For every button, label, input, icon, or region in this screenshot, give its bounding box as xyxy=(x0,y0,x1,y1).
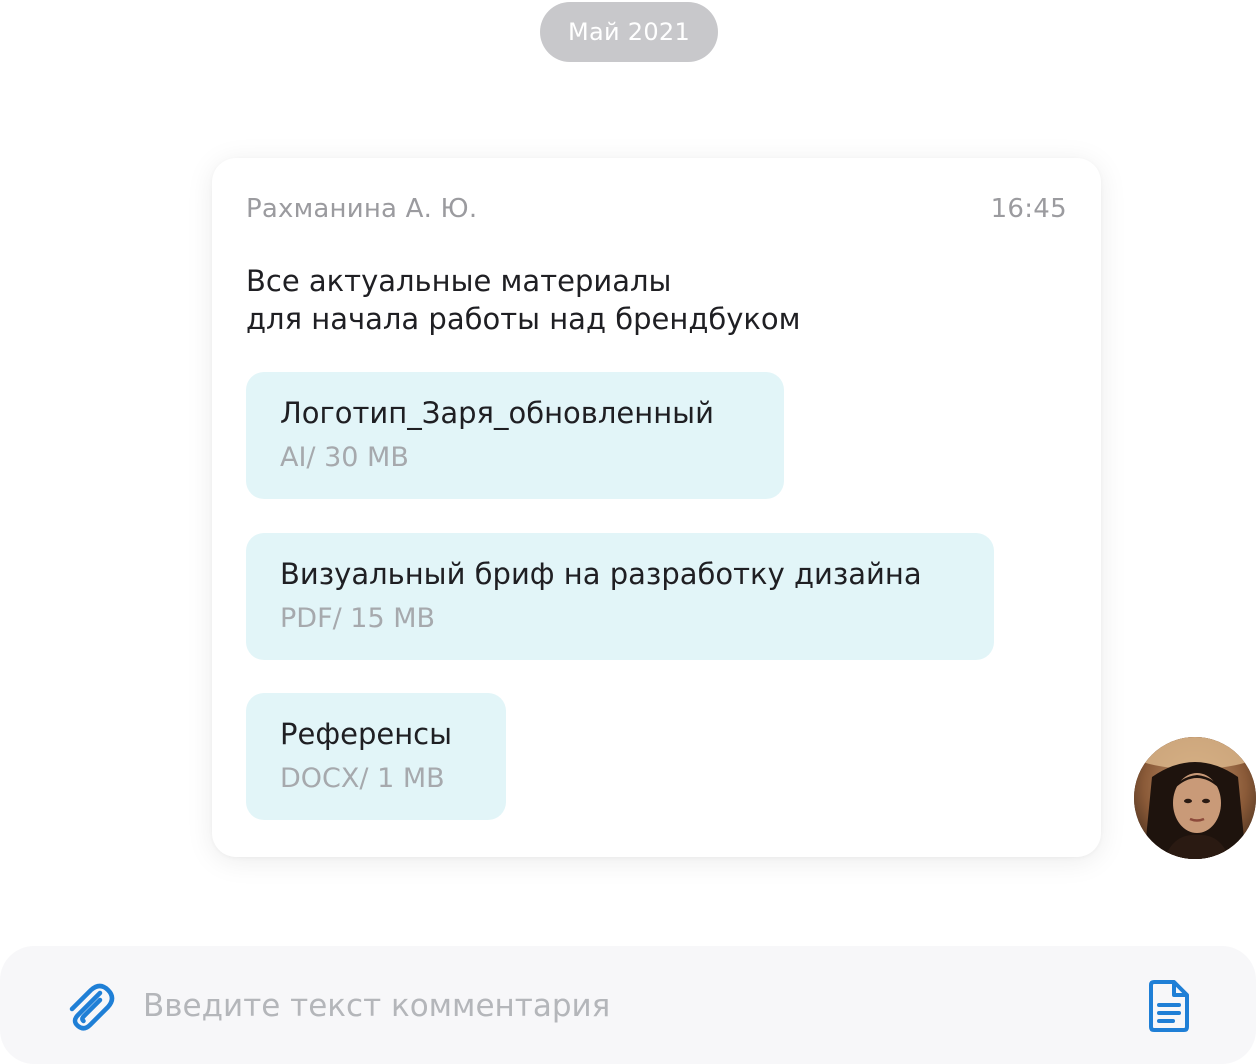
attachment-name: Визуальный бриф на разработку дизайна xyxy=(280,557,922,591)
message-card: Рахманина А. Ю. 16:45 Все актуальные мат… xyxy=(212,158,1101,857)
message-sender: Рахманина А. Ю. xyxy=(246,194,478,224)
attachment-name: Логотип_Заря_обновленный xyxy=(280,396,714,430)
message-time: 16:45 xyxy=(990,194,1067,224)
attachment-brief[interactable]: Визуальный бриф на разработку дизайна PD… xyxy=(246,533,994,660)
paperclip-icon[interactable] xyxy=(60,979,116,1035)
avatar-portrait xyxy=(1134,737,1256,859)
attachment-references[interactable]: Референсы DOCX/ 1 MB xyxy=(246,693,506,820)
avatar[interactable] xyxy=(1134,737,1256,859)
attachment-meta: PDF/ 15 MB xyxy=(280,603,436,634)
comment-composer xyxy=(0,946,1256,1064)
attachment-meta: DOCX/ 1 MB xyxy=(280,763,445,794)
attachment-name: Референсы xyxy=(280,717,453,751)
document-icon[interactable] xyxy=(1146,979,1192,1033)
message-text: Все актуальные материалы для начала рабо… xyxy=(246,262,801,338)
message-text-line: для начала работы над брендбуком xyxy=(246,302,801,336)
comment-input[interactable] xyxy=(143,980,1103,1032)
date-divider: Май 2021 xyxy=(540,2,718,62)
attachment-meta: AI/ 30 MB xyxy=(280,442,409,473)
chat-screen: Май 2021 Рахманина А. Ю. 16:45 Все актуа… xyxy=(0,0,1256,1064)
message-text-line: Все актуальные материалы xyxy=(246,264,672,298)
attachment-logo[interactable]: Логотип_Заря_обновленный AI/ 30 MB xyxy=(246,372,784,499)
